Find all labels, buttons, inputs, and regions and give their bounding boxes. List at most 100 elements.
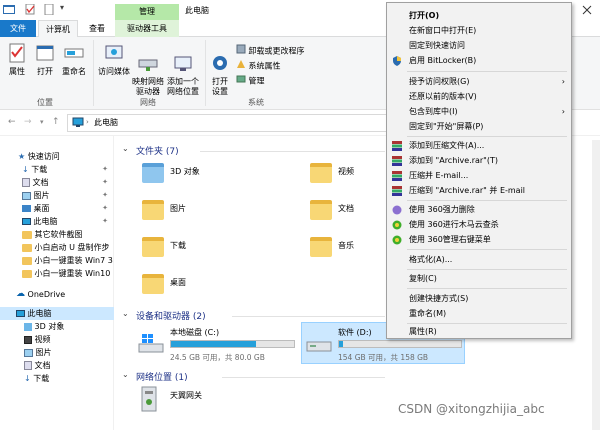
collapse-folders-icon[interactable]: ⌄	[122, 144, 129, 153]
nav-label: 下载	[33, 374, 50, 383]
rename-button[interactable]: 重命名	[58, 42, 90, 77]
network-location-icon	[174, 56, 192, 71]
tab-drive-tools[interactable]: 驱动器工具	[116, 20, 178, 37]
pin-icon[interactable]: ✦	[102, 215, 108, 228]
recent-dropdown-icon[interactable]: ▾	[40, 118, 44, 126]
tab-view[interactable]: 查看	[80, 20, 114, 37]
drive-d-label: 软件 (D:)	[338, 328, 372, 337]
nav-3d-objects[interactable]: 3D 对象	[0, 320, 114, 333]
rename-icon	[64, 48, 84, 58]
explorer-app-icon	[3, 4, 15, 15]
add-network-location-button[interactable]: 添加一个 网络位置	[164, 42, 202, 107]
folder-music-label: 音乐	[338, 241, 354, 250]
folder-tile-pictures[interactable]	[142, 200, 164, 220]
nav-folder-screenshots[interactable]: 其它软件截图	[0, 228, 114, 241]
back-arrow-icon[interactable]: ←	[8, 117, 16, 127]
folder-tile-3d[interactable]	[142, 163, 164, 183]
manage-context-tab[interactable]: 管理	[115, 4, 179, 20]
nav-documents-pc[interactable]: 文档	[0, 359, 114, 372]
vertical-scrollbar[interactable]	[592, 140, 600, 430]
nav-documents[interactable]: 文档 ✦	[0, 176, 114, 189]
new-folder-quick-icon[interactable]	[43, 3, 55, 16]
menu-add-archive[interactable]: 添加到压缩文件(A)...	[387, 138, 571, 153]
properties-button[interactable]: 属性	[4, 42, 30, 77]
folder-tile-documents[interactable]	[310, 200, 332, 220]
pin-icon[interactable]: ✦	[102, 189, 108, 202]
menu-open[interactable]: 打开(O)	[387, 8, 571, 23]
network-gateway-tile[interactable]	[140, 386, 158, 414]
folder-icon	[22, 243, 32, 252]
document-icon	[22, 178, 30, 187]
drive-d-free-text: 154 GB 可用，共 158 GB	[338, 353, 429, 362]
menu-compress-rar-email[interactable]: 压缩到 "Archive.rar" 并 E-mail	[387, 183, 571, 198]
collapse-network-icon[interactable]: ⌄	[122, 370, 129, 379]
nav-label: 桌面	[33, 204, 50, 213]
pin-icon[interactable]: ✦	[102, 163, 108, 176]
up-arrow-icon[interactable]: ↑	[52, 117, 60, 127]
folder-documents-label: 文档	[338, 204, 354, 213]
open-button[interactable]: 打开	[32, 42, 58, 77]
nav-downloads-pc[interactable]: ↓ 下载	[0, 372, 114, 385]
menu-include-library[interactable]: 包含到库中(I) ›	[387, 104, 571, 119]
section-folders-header[interactable]: 文件夹 (7)	[136, 144, 179, 157]
tab-file[interactable]: 文件	[0, 20, 36, 37]
forward-arrow-icon[interactable]: →	[24, 117, 32, 127]
menu-pin-start[interactable]: 固定到"开始"屏幕(P)	[387, 119, 571, 134]
nav-videos[interactable]: 视频	[0, 333, 114, 346]
nav-pictures-pc[interactable]: 图片	[0, 346, 114, 359]
drive-d-usage-fill	[339, 341, 343, 347]
menu-pin-quick-access[interactable]: 固定到快速访问	[387, 38, 571, 53]
menu-format[interactable]: 格式化(A)...	[387, 252, 571, 267]
menu-bitlocker[interactable]: 启用 BitLocker(B)	[387, 53, 571, 68]
menu-open-new-window[interactable]: 在新窗口中打开(E)	[387, 23, 571, 38]
open-settings-label: 打开 设置	[212, 77, 228, 96]
collapse-devices-icon[interactable]: ⌄	[122, 309, 129, 318]
menu-rename[interactable]: 重命名(M)	[387, 306, 571, 321]
menu-copy[interactable]: 复制(C)	[387, 271, 571, 286]
section-devices-header[interactable]: 设备和驱动器 (2)	[136, 309, 206, 322]
menu-properties[interactable]: 属性(R)	[387, 324, 571, 339]
nav-folder-win7[interactable]: 小白一键重装 Win7 3	[0, 254, 114, 267]
close-window-button[interactable]	[574, 0, 600, 20]
customize-qa-icon[interactable]: ▾	[60, 3, 64, 12]
menu-label: 在新窗口中打开(E)	[409, 26, 477, 35]
nav-folder-win10[interactable]: 小白一键重装 Win10	[0, 267, 114, 280]
folder-desktop-icon	[142, 274, 164, 294]
nav-downloads[interactable]: ↓ 下载 ✦	[0, 163, 114, 176]
properties-quick-icon[interactable]	[25, 3, 37, 15]
nav-desktop[interactable]: 桌面 ✦	[0, 202, 114, 215]
menu-360-manage[interactable]: 使用 360管理右键菜单	[387, 232, 571, 247]
pin-icon[interactable]: ✦	[102, 202, 108, 215]
uninstall-button[interactable]: 卸载或更改程序	[236, 44, 305, 56]
folder-tile-videos[interactable]	[310, 163, 332, 183]
access-media-button[interactable]: 访问媒体	[96, 42, 132, 77]
folder-3d-label: 3D 对象	[170, 167, 200, 176]
system-properties-button[interactable]: 系统属性	[236, 59, 281, 71]
tab-computer[interactable]: 计算机	[38, 20, 78, 37]
menu-add-archive-rar[interactable]: 添加到 "Archive.rar"(T)	[387, 153, 571, 168]
menu-grant-access[interactable]: 授予访问权限(G) ›	[387, 74, 571, 89]
pin-icon[interactable]: ✦	[102, 176, 108, 189]
menu-360-scan[interactable]: 使用 360进行木马云查杀	[387, 217, 571, 232]
breadcrumb-this-pc[interactable]: 此电脑	[94, 117, 118, 128]
open-settings-button[interactable]: 打开 设置	[208, 42, 232, 107]
folder-tile-desktop[interactable]	[142, 274, 164, 294]
folder-pictures-label: 图片	[170, 204, 186, 213]
group-network: 网络	[140, 98, 156, 107]
nav-quick-access[interactable]: ★ 快速访问	[0, 150, 114, 163]
nav-this-pc-quick[interactable]: 此电脑 ✦	[0, 215, 114, 228]
drive-c-free-text: 24.5 GB 可用，共 80.0 GB	[170, 353, 265, 362]
folder-tile-music[interactable]	[310, 237, 332, 257]
menu-restore-versions[interactable]: 还原以前的版本(V)	[387, 89, 571, 104]
folder-tile-downloads[interactable]	[142, 237, 164, 257]
nav-pictures[interactable]: 图片 ✦	[0, 189, 114, 202]
system-properties-label: 系统属性	[248, 61, 281, 71]
menu-compress-email[interactable]: 压缩并 E-mail...	[387, 168, 571, 183]
manage-button[interactable]: 管理	[236, 74, 265, 86]
menu-create-shortcut[interactable]: 创建快捷方式(S)	[387, 291, 571, 306]
nav-folder-usb-steps[interactable]: 小白启动 U 盘制作步	[0, 241, 114, 254]
section-network-header[interactable]: 网络位置 (1)	[136, 370, 188, 383]
nav-onedrive[interactable]: ☁ OneDrive	[0, 288, 114, 301]
menu-360-delete[interactable]: 使用 360强力删除	[387, 202, 571, 217]
nav-this-pc[interactable]: 此电脑	[0, 307, 114, 320]
